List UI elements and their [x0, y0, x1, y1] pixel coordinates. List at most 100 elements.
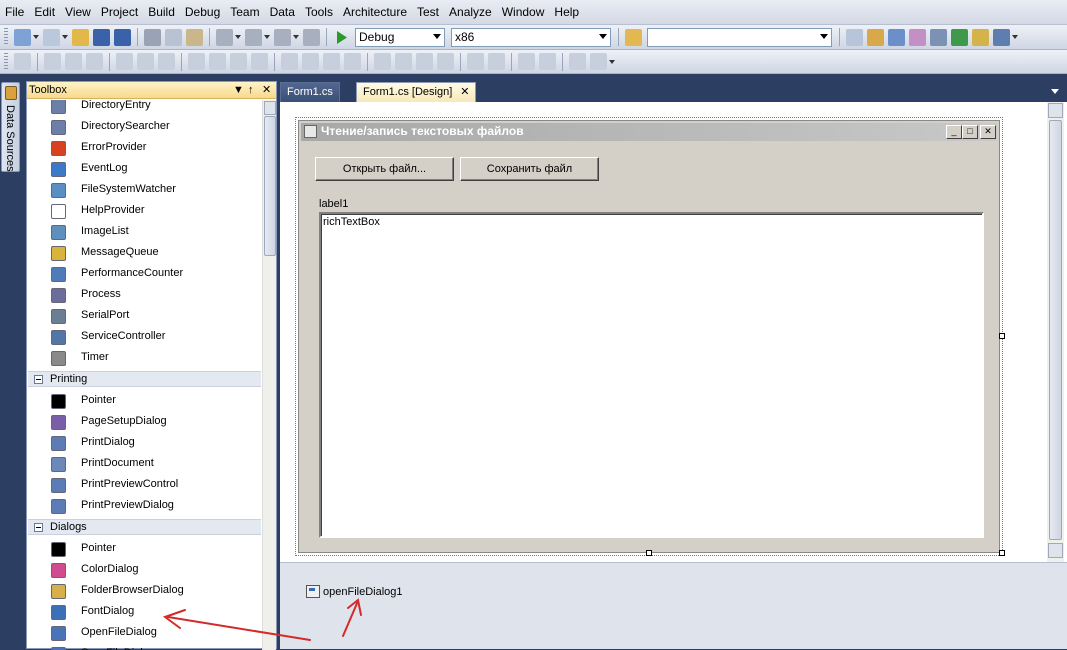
close-icon[interactable]: ✕ [262, 82, 271, 99]
chevron-down-icon[interactable]: ▼ [233, 82, 244, 99]
toolbox-item-directorysearcher[interactable]: DirectorySearcher [27, 117, 262, 138]
toolbox-item-performancecounter[interactable]: PerformanceCounter [27, 264, 262, 285]
find-combo[interactable] [647, 27, 832, 47]
toolbox-scrollbar[interactable] [262, 100, 276, 650]
toolbox-item-printpreviewdialog[interactable]: PrintPreviewDialog [27, 496, 262, 517]
make-vertical-spacing-equal-icon[interactable] [374, 53, 391, 70]
toolbox-item-servicecontroller[interactable]: ServiceController [27, 327, 262, 348]
remove-horizontal-spacing-icon[interactable] [344, 53, 361, 70]
menu-window[interactable]: Window [497, 0, 550, 25]
maximize-button[interactable]: □ [962, 125, 978, 139]
size-to-grid-icon[interactable] [209, 53, 226, 70]
make-same-size-icon[interactable] [251, 53, 268, 70]
align-tops-icon[interactable] [116, 53, 133, 70]
toolbox-item-eventlog[interactable]: EventLog [27, 159, 262, 180]
menu-debug[interactable]: Debug [180, 0, 225, 25]
pin-icon[interactable]: ↑ [248, 82, 254, 99]
chevron-down-icon[interactable] [235, 35, 241, 39]
increase-horizontal-spacing-icon[interactable] [302, 53, 319, 70]
copy-icon[interactable] [165, 28, 182, 46]
resize-handle-bottom[interactable] [646, 550, 652, 556]
toolbox-item-helpprovider[interactable]: HelpProvider [27, 201, 262, 222]
minimize-button[interactable]: _ [946, 125, 962, 139]
data-sources-tab[interactable]: Data Sources [1, 82, 20, 172]
toolbox-item-pointer[interactable]: Pointer [27, 539, 262, 560]
tray-open-file-dialog[interactable]: openFileDialog1 [306, 585, 403, 598]
extension-manager-icon[interactable] [972, 28, 989, 46]
toolbox-item-messagequeue[interactable]: MessageQueue [27, 243, 262, 264]
find-in-files-icon[interactable] [625, 28, 642, 46]
scroll-up-button[interactable] [1048, 103, 1063, 118]
save-icon[interactable] [93, 28, 110, 46]
chevron-down-icon[interactable] [1051, 89, 1059, 94]
toolbox-item-openfiledialog[interactable]: OpenFileDialog [27, 623, 262, 644]
menu-test[interactable]: Test [412, 0, 444, 25]
menu-view[interactable]: View [60, 0, 96, 25]
collapse-icon[interactable] [34, 523, 43, 532]
collapse-icon[interactable] [34, 375, 43, 384]
align-centers-icon[interactable] [65, 53, 82, 70]
chevron-down-icon[interactable] [609, 59, 615, 64]
toolbox-header[interactable]: Toolbox ▼ ↑ ✕ [27, 82, 276, 99]
solution-explorer-icon[interactable] [846, 28, 863, 46]
menu-edit[interactable]: Edit [29, 0, 60, 25]
toolbox-item-savefiledialog[interactable]: SaveFileDialog [27, 644, 262, 650]
form-title-bar[interactable]: Чтение/запись текстовых файлов _ □ ✕ [301, 123, 997, 141]
increase-vertical-spacing-icon[interactable] [395, 53, 412, 70]
center-vertically-icon[interactable] [488, 53, 505, 70]
designer-scrollbar[interactable] [1047, 102, 1064, 562]
solution-platform-combo[interactable]: x86 [451, 27, 611, 47]
remove-vertical-spacing-icon[interactable] [437, 53, 454, 70]
menu-architecture[interactable]: Architecture [338, 0, 412, 25]
command-window-icon[interactable] [993, 28, 1010, 46]
toolbox-category-dialogs[interactable]: Dialogs [28, 519, 261, 535]
toolbar-grip[interactable] [4, 28, 8, 46]
align-bottoms-icon[interactable] [158, 53, 175, 70]
toolbox-item-folderbrowserdialog[interactable]: FolderBrowserDialog [27, 581, 262, 602]
start-page-icon[interactable] [951, 28, 968, 46]
toolbox-item-printdocument[interactable]: PrintDocument [27, 454, 262, 475]
chevron-down-icon[interactable] [293, 35, 299, 39]
menu-team[interactable]: Team [225, 0, 264, 25]
send-to-back-icon[interactable] [539, 53, 556, 70]
class-view-icon[interactable] [909, 28, 926, 46]
menu-build[interactable]: Build [143, 0, 180, 25]
toolbar-grip[interactable] [4, 52, 8, 71]
close-button[interactable]: ✕ [980, 125, 996, 139]
toolbox-item-printpreviewcontrol[interactable]: PrintPreviewControl [27, 475, 262, 496]
menu-data[interactable]: Data [265, 0, 300, 25]
align-middles-icon[interactable] [137, 53, 154, 70]
make-same-height-icon[interactable] [230, 53, 247, 70]
tab-form1-design[interactable]: Form1.cs [Design] ✕ [356, 82, 477, 102]
navigate-backward-icon[interactable] [274, 28, 291, 46]
decrease-horizontal-spacing-icon[interactable] [323, 53, 340, 70]
solution-configuration-combo[interactable]: Debug [355, 27, 445, 47]
save-file-button[interactable]: Сохранить файл [460, 157, 599, 181]
scroll-thumb[interactable] [264, 116, 276, 256]
rich-text-box[interactable]: richTextBox [319, 212, 984, 538]
menu-file[interactable]: File [0, 0, 29, 25]
new-project-icon[interactable] [14, 28, 31, 46]
toolbox-item-pagesetupdialog[interactable]: PageSetupDialog [27, 412, 262, 433]
toolbox-category-printing[interactable]: Printing [28, 371, 261, 387]
redo-icon[interactable] [245, 28, 262, 46]
scroll-up-button[interactable] [264, 101, 276, 115]
scroll-thumb[interactable] [1049, 120, 1062, 540]
toolbox-item-filesystemwatcher[interactable]: FileSystemWatcher [27, 180, 262, 201]
menu-analyze[interactable]: Analyze [444, 0, 497, 25]
menu-tools[interactable]: Tools [300, 0, 338, 25]
scroll-down-button[interactable] [1048, 543, 1063, 558]
close-icon[interactable]: ✕ [460, 86, 469, 98]
properties-window-icon[interactable] [867, 28, 884, 46]
align-lefts-icon[interactable] [44, 53, 61, 70]
menu-project[interactable]: Project [96, 0, 143, 25]
navigate-forward-icon[interactable] [303, 28, 320, 46]
paste-icon[interactable] [186, 28, 203, 46]
open-file-button[interactable]: Открыть файл... [315, 157, 454, 181]
label1[interactable]: label1 [319, 198, 348, 210]
chevron-down-icon[interactable] [62, 35, 68, 39]
make-horizontal-spacing-equal-icon[interactable] [281, 53, 298, 70]
center-horizontally-icon[interactable] [467, 53, 484, 70]
decrease-vertical-spacing-icon[interactable] [416, 53, 433, 70]
toolbox-item-pointer[interactable]: Pointer [27, 391, 262, 412]
